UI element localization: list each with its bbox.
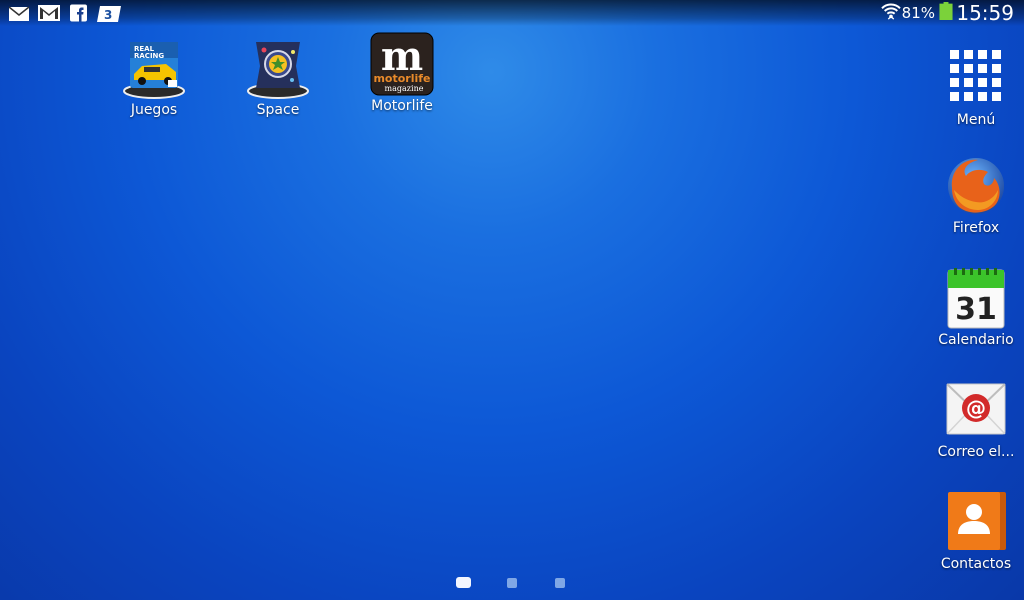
- space-folder[interactable]: Space: [230, 36, 326, 118]
- app-label: Juegos: [130, 102, 178, 118]
- app-label: Contactos: [940, 556, 1012, 572]
- app-label: Calendario: [938, 332, 1014, 348]
- page-dot-3[interactable]: [555, 578, 565, 588]
- calendar-day-number: 31: [955, 292, 997, 327]
- email-app[interactable]: @ Correo el...: [926, 378, 1024, 460]
- real-racing-folder-icon: REAL RACING: [122, 36, 186, 100]
- battery-percent: 81%: [901, 4, 935, 22]
- juegos-folder[interactable]: REAL RACING Juegos: [106, 36, 202, 118]
- app-label: Firefox: [952, 220, 1000, 236]
- calendar-icon: 31: [944, 266, 1008, 330]
- mail-icon: [9, 6, 29, 21]
- status-bar: 3 81% 15:59: [0, 0, 1024, 26]
- motorlife-logo-subtext: magazine: [385, 84, 424, 93]
- gmail-icon: [38, 5, 60, 21]
- motorlife-icon: m motorlife magazine: [370, 32, 434, 96]
- calendar-app[interactable]: 31 Calendario: [926, 266, 1024, 348]
- app-label: Motorlife: [371, 98, 433, 114]
- space-folder-icon: [246, 36, 310, 100]
- page-dot-2[interactable]: [507, 578, 517, 588]
- app-label: Space: [256, 102, 300, 118]
- motorlife-app[interactable]: m motorlife magazine Motorlife: [354, 32, 450, 114]
- apps-menu-button[interactable]: Menú: [926, 46, 1024, 128]
- firefox-app[interactable]: Firefox: [926, 154, 1024, 236]
- email-icon: @: [944, 378, 1008, 442]
- app-label: Correo el...: [937, 444, 1015, 460]
- wifi-icon: [881, 3, 901, 20]
- page-dot-1[interactable]: [456, 577, 471, 588]
- app-label: Menú: [956, 112, 996, 128]
- battery-icon: [939, 2, 953, 20]
- email-at-symbol: @: [966, 396, 986, 420]
- svg-text:RACING: RACING: [134, 52, 164, 60]
- firefox-icon: [944, 154, 1008, 218]
- facebook-icon: [70, 4, 87, 22]
- contacts-icon: [944, 490, 1008, 554]
- calendar-3-icon: 3: [97, 6, 121, 22]
- clock: 15:59: [956, 1, 1014, 25]
- apps-grid-icon: [946, 46, 1006, 106]
- contacts-app[interactable]: Contactos: [926, 490, 1024, 572]
- svg-text:3: 3: [104, 8, 112, 22]
